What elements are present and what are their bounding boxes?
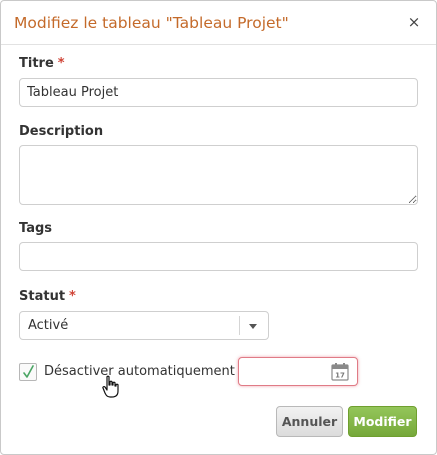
edit-board-dialog: Modifiez le tableau "Tableau Projet" × T… — [0, 0, 437, 455]
status-select[interactable]: Activé — [19, 311, 269, 340]
dialog-title: Modifiez le tableau "Tableau Projet" — [14, 14, 289, 32]
submit-button[interactable]: Modifier — [348, 406, 417, 437]
chevron-down-icon[interactable] — [249, 324, 257, 329]
close-icon[interactable]: × — [406, 13, 422, 31]
auto-deactivate-checkbox[interactable] — [19, 363, 37, 381]
required-marker: * — [57, 56, 65, 71]
title-label: Titre * — [19, 56, 65, 71]
title-input[interactable] — [19, 78, 418, 107]
calendar-day-text: 17 — [335, 372, 345, 380]
tags-label: Tags — [19, 221, 53, 236]
status-label: Statut * — [19, 289, 76, 304]
description-textarea[interactable] — [19, 145, 418, 205]
status-select-value: Activé — [28, 318, 69, 333]
hand-pointer-cursor-icon — [102, 375, 119, 398]
status-label-text: Statut — [19, 289, 66, 304]
tags-input[interactable] — [19, 242, 418, 271]
calendar-icon[interactable]: 17 — [331, 362, 349, 381]
auto-deactivate-label[interactable]: Désactiver automatiquement le — [44, 364, 251, 379]
select-divider — [239, 316, 240, 335]
required-marker: * — [69, 289, 76, 304]
dialog-header: Modifiez le tableau "Tableau Projet" × — [1, 1, 436, 45]
cancel-button[interactable]: Annuler — [276, 406, 343, 437]
description-label: Description — [19, 124, 104, 139]
checkmark-icon — [23, 365, 34, 378]
deactivation-date-input[interactable]: 17 — [238, 357, 358, 386]
title-label-text: Titre — [19, 56, 54, 71]
